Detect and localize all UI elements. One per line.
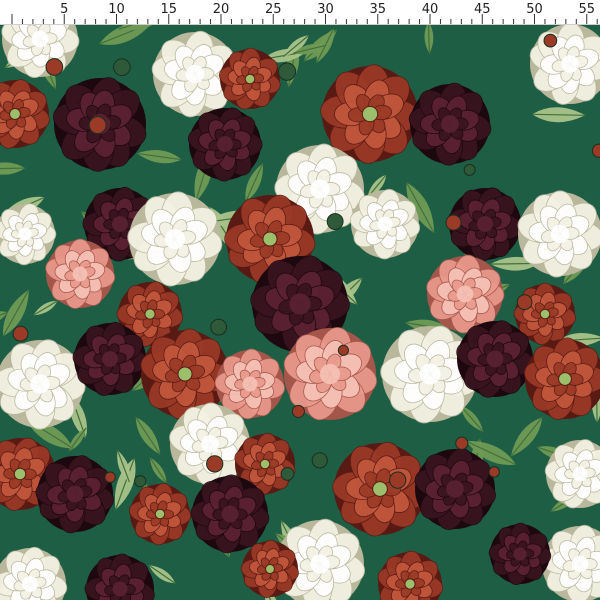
flower-bud: [206, 455, 224, 473]
flower-bud: [337, 344, 349, 356]
flower-bud: [445, 214, 462, 231]
fabric-swatch-image: 51015202530354045505560: [0, 0, 600, 600]
flower-bud: [12, 325, 29, 342]
measuring-ruler: 51015202530354045505560: [0, 0, 600, 25]
flower-bud: [88, 116, 107, 135]
flower-bud: [455, 436, 469, 450]
ruler-graphic: 51015202530354045505560: [11, 2, 598, 24]
ruler-label: 20: [213, 2, 230, 17]
ruler-label: 15: [160, 2, 177, 17]
flower-bud: [280, 466, 295, 481]
ruler-label: 35: [369, 2, 386, 17]
ruler-label: 40: [422, 2, 439, 17]
ruler-label: 25: [265, 2, 282, 17]
floral-fabric-print: [0, 24, 600, 600]
flower-bud: [463, 163, 476, 176]
flower-bud: [113, 58, 131, 77]
flower-bud: [516, 294, 533, 310]
flower-bud: [389, 471, 407, 489]
ruler-label: 5: [60, 2, 68, 17]
flower-bud: [104, 471, 116, 483]
flower-bud: [311, 452, 328, 469]
flower-bud: [45, 58, 64, 76]
flower-bud: [291, 404, 305, 418]
flower-bud: [134, 475, 147, 488]
ruler-label: 55: [578, 2, 595, 17]
ruler-label: 30: [317, 2, 334, 17]
floral-pattern-graphic: [0, 24, 600, 600]
flower-bud: [210, 318, 228, 336]
flower-bud: [326, 213, 344, 230]
ruler-label: 10: [108, 2, 125, 17]
flower-bud: [543, 33, 558, 48]
flower-bud: [488, 466, 500, 478]
ruler-label: 45: [474, 2, 491, 17]
flower-bud: [277, 62, 297, 81]
ruler-label: 50: [526, 2, 543, 17]
